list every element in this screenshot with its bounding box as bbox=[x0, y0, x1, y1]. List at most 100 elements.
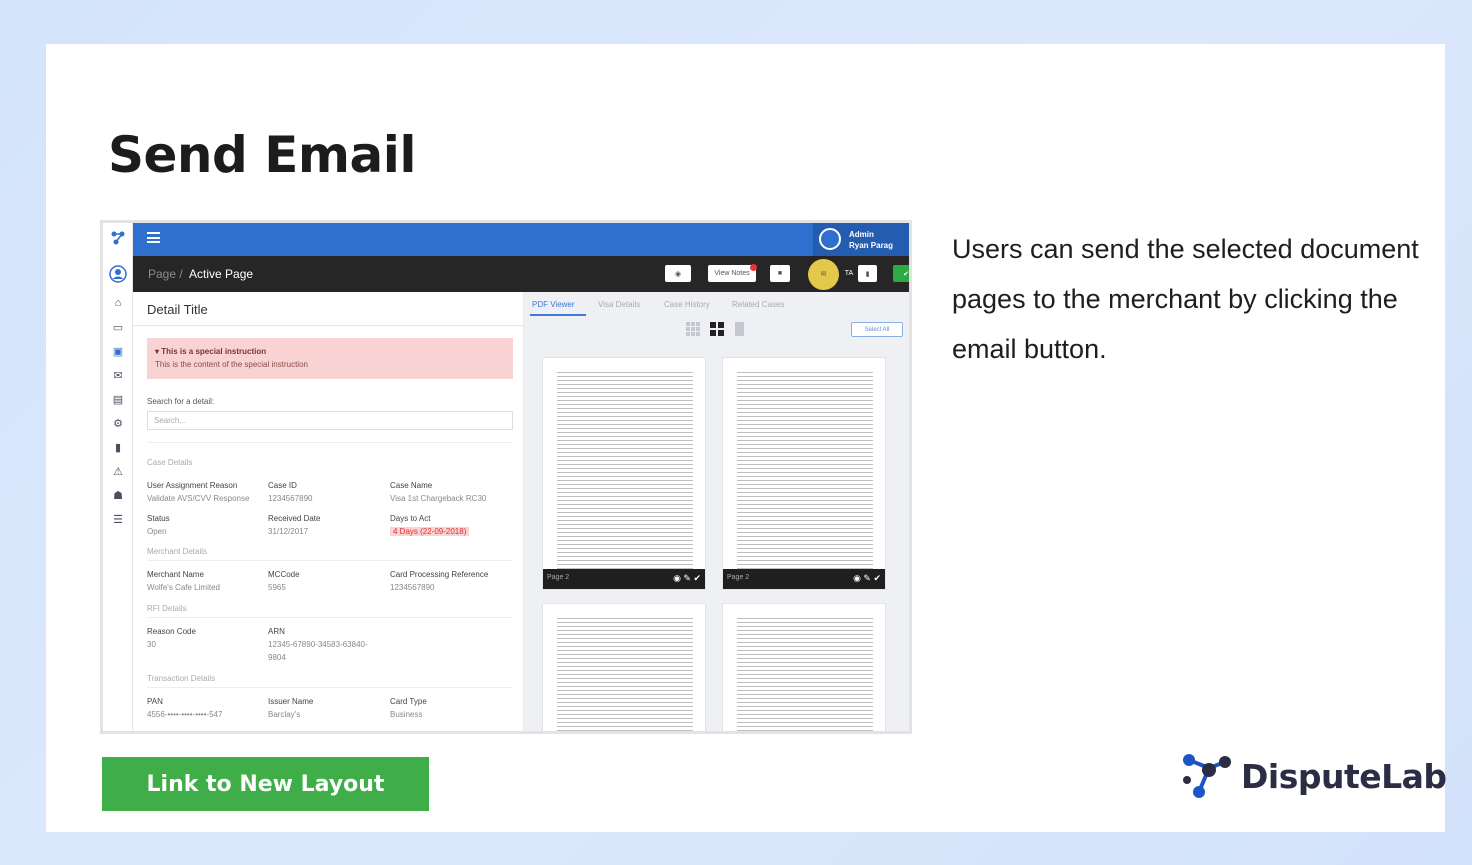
days-to-act-badge: 4 Days (22-09-2018) bbox=[390, 527, 470, 536]
bank-icon[interactable]: ▭ bbox=[103, 321, 133, 334]
slide-title: Send Email bbox=[108, 126, 417, 184]
field-label: Merchant Name bbox=[147, 570, 204, 579]
app-logo-icon bbox=[103, 230, 133, 249]
field-value: 4556-••••-••••-••••-547 bbox=[147, 710, 223, 719]
breadcrumb-parent[interactable]: Page / bbox=[148, 267, 183, 281]
tab-pdf-viewer[interactable]: PDF Viewer bbox=[532, 300, 575, 309]
app-screenshot: ⌂ ▭ ▣ ✉ ▤ ⚙ ▮ ⚠ ☗ ☰ Admin Ryan Parag Pag… bbox=[100, 220, 912, 734]
detail-panel: Detail Title ▾ This is a special instruc… bbox=[133, 292, 524, 731]
page-actions-icons[interactable]: ◉ ✎ ✔ bbox=[853, 573, 881, 584]
edit-icon[interactable]: ▣ bbox=[103, 345, 133, 358]
field-value: 9804 bbox=[268, 653, 286, 662]
field-value: Barclay's bbox=[268, 710, 301, 719]
field-value: Validate AVS/CVV Response bbox=[147, 494, 250, 503]
menu-icon[interactable] bbox=[147, 232, 160, 243]
avatar bbox=[819, 228, 841, 250]
field-value: 1234567890 bbox=[268, 494, 313, 503]
notification-badge bbox=[750, 264, 757, 271]
page-label: Page 2 bbox=[547, 574, 570, 581]
field-value: Business bbox=[390, 710, 423, 719]
field-label: PAN bbox=[147, 697, 163, 706]
user-menu[interactable]: Admin Ryan Parag bbox=[813, 223, 909, 256]
tab-visa-details[interactable]: Visa Details bbox=[598, 300, 640, 309]
approve-button[interactable]: ✔ bbox=[893, 265, 909, 282]
section-rfi-details: RFI Details bbox=[147, 604, 187, 613]
field-value: Wolfe's Cafe Limited bbox=[147, 583, 220, 592]
field-label: Status bbox=[147, 514, 170, 523]
help-icon[interactable]: ◉ bbox=[665, 265, 691, 282]
page-thumbnail[interactable] bbox=[542, 603, 706, 731]
page-thumbnail[interactable] bbox=[722, 603, 886, 731]
toolbar: ◉ View Notes ■ ✉ TA ▮ ✔ ✖ ➜ bbox=[663, 256, 909, 292]
field-value: Visa 1st Chargeback RC30 bbox=[390, 494, 487, 503]
slide-card: Send Email ⌂ ▭ ▣ ✉ ▤ ⚙ ▮ ⚠ ☗ ☰ Admin Rya… bbox=[46, 44, 1447, 832]
divider bbox=[147, 617, 513, 618]
field-label: Issuer Name bbox=[268, 697, 314, 706]
page-actions-icons[interactable]: ◉ ✎ ✔ bbox=[673, 573, 701, 584]
home-icon[interactable]: ⌂ bbox=[103, 297, 133, 309]
slide-description: Users can send the selected document pag… bbox=[952, 234, 1419, 364]
section-transaction-details: Transaction Details bbox=[147, 674, 216, 683]
warning-icon[interactable]: ⚠ bbox=[103, 465, 133, 478]
page-thumbnail[interactable]: Page 2 ◉ ✎ ✔ bbox=[542, 357, 706, 590]
document-icon[interactable]: ■ bbox=[770, 265, 790, 282]
section-case-details: Case Details bbox=[147, 458, 193, 467]
link-to-new-layout-button[interactable]: Link to New Layout bbox=[102, 757, 429, 811]
users-icon[interactable]: ☗ bbox=[103, 489, 133, 502]
logo-mark-icon bbox=[1183, 754, 1231, 798]
disputelab-logo: DisputeLab bbox=[1179, 750, 1447, 802]
file-icon[interactable]: ▮ bbox=[858, 265, 877, 282]
page-footer: Page 2 ◉ ✎ ✔ bbox=[723, 569, 885, 589]
logo-text: DisputeLab bbox=[1241, 756, 1447, 796]
user-role: Admin bbox=[849, 230, 874, 239]
grid-large-view-icon[interactable] bbox=[710, 322, 724, 336]
page-content bbox=[557, 618, 693, 731]
field-label: Case Name bbox=[390, 481, 433, 490]
search-input[interactable]: Search... bbox=[147, 411, 513, 430]
field-value: 1234567890 bbox=[390, 583, 435, 592]
divider bbox=[147, 687, 513, 688]
single-page-view-icon[interactable] bbox=[732, 322, 746, 336]
translate-icon[interactable]: TA bbox=[839, 265, 859, 282]
select-all-button[interactable]: Select All bbox=[851, 322, 903, 337]
page-thumbnail[interactable]: Page 2 ◉ ✎ ✔ bbox=[722, 357, 886, 590]
active-tab-indicator bbox=[530, 314, 586, 316]
field-value: Open bbox=[147, 527, 167, 536]
page-content bbox=[737, 372, 873, 589]
grid-small-view-icon[interactable] bbox=[686, 322, 700, 336]
section-merchant-details: Merchant Details bbox=[147, 547, 208, 556]
field-label: MCCode bbox=[268, 570, 300, 579]
tab-case-history[interactable]: Case History bbox=[664, 300, 710, 309]
field-value: 30 bbox=[147, 640, 156, 649]
alert-title: ▾ This is a special instruction bbox=[155, 347, 267, 356]
gear-icon[interactable]: ⚙ bbox=[103, 417, 133, 430]
profile-icon[interactable] bbox=[103, 265, 133, 286]
page-content bbox=[737, 618, 873, 731]
sidebar: ⌂ ▭ ▣ ✉ ▤ ⚙ ▮ ⚠ ☗ ☰ bbox=[103, 223, 133, 731]
field-value: 5965 bbox=[268, 583, 286, 592]
field-label: Case ID bbox=[268, 481, 297, 490]
special-instruction-alert[interactable]: ▾ This is a special instruction This is … bbox=[147, 338, 513, 379]
card-icon[interactable]: ▤ bbox=[103, 393, 133, 406]
field-label: User Assignment Reason bbox=[147, 481, 238, 490]
page-label: Page 2 bbox=[727, 574, 750, 581]
page-content bbox=[557, 372, 693, 589]
list-icon[interactable]: ☰ bbox=[103, 513, 133, 526]
document-viewer: PDF Viewer Visa Details Case History Rel… bbox=[524, 292, 909, 731]
field-label: Days to Act bbox=[390, 514, 431, 523]
mail-icon[interactable]: ✉ bbox=[103, 369, 133, 382]
field-label: Received Date bbox=[268, 514, 321, 523]
email-button[interactable]: ✉ bbox=[813, 265, 834, 282]
search-label: Search for a detail: bbox=[147, 397, 215, 406]
field-label: Card Type bbox=[390, 697, 427, 706]
divider bbox=[133, 325, 523, 326]
alert-text: This is the content of the special instr… bbox=[155, 360, 308, 369]
field-label: Card Processing Reference bbox=[390, 570, 489, 579]
file-icon[interactable]: ▮ bbox=[103, 441, 133, 454]
view-notes-button[interactable]: View Notes bbox=[708, 265, 756, 282]
breadcrumb-bar: Page / Active Page ◉ View Notes ■ ✉ TA ▮… bbox=[133, 256, 909, 292]
tab-related-cases[interactable]: Related Cases bbox=[732, 300, 784, 309]
field-value: 31/12/2017 bbox=[268, 527, 309, 536]
field-label: Reason Code bbox=[147, 627, 196, 636]
divider bbox=[147, 442, 513, 443]
